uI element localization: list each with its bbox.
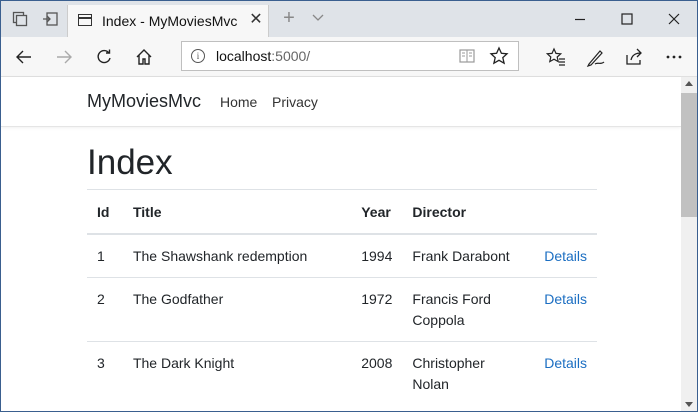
cell-id: 1: [87, 233, 123, 277]
tab-actions-icon[interactable]: [11, 10, 29, 28]
browser-window: Index - MyMoviesMvc ✕ + i localhost:5000…: [0, 0, 698, 412]
scroll-up-arrow-icon[interactable]: [685, 81, 693, 86]
page-icon: [78, 14, 92, 26]
scrollbar-thumb[interactable]: [681, 93, 697, 217]
pen-icon[interactable]: [585, 46, 607, 68]
cell-actions: Details: [534, 340, 597, 405]
cell-director: Christopher Nolan: [402, 340, 535, 405]
column-header-director: Director: [402, 189, 535, 235]
column-header-actions: [534, 189, 597, 235]
new-tab-button[interactable]: +: [281, 8, 297, 28]
table-header-row: Id Title Year Director: [87, 189, 597, 235]
site-header: MyMoviesMvc Home Privacy: [1, 77, 681, 127]
tab-close-icon[interactable]: ✕: [248, 11, 264, 29]
cell-year: 2008: [351, 340, 403, 405]
vertical-scrollbar[interactable]: [681, 77, 697, 411]
column-header-title: Title: [122, 189, 352, 235]
url-text[interactable]: localhost:5000/: [216, 48, 310, 64]
forward-icon[interactable]: [53, 46, 75, 68]
tab-bar: Index - MyMoviesMvc ✕ +: [1, 1, 697, 37]
back-icon[interactable]: [13, 46, 35, 68]
details-link[interactable]: Details: [544, 355, 587, 371]
details-link[interactable]: Details: [544, 248, 587, 264]
cell-director: Frank Darabont: [402, 233, 535, 277]
more-icon[interactable]: [663, 46, 685, 68]
close-button[interactable]: [651, 1, 697, 37]
url-path: :5000/: [271, 48, 311, 64]
url-host: localhost: [216, 48, 272, 64]
table-row: 3 The Dark Knight 2008 Christopher Nolan…: [87, 340, 597, 405]
address-bar[interactable]: i localhost:5000/: [181, 41, 519, 71]
cell-actions: Details: [534, 276, 597, 341]
cell-id: 3: [87, 340, 123, 405]
table-row: 2 The Godfather 1972 Francis Ford Coppol…: [87, 276, 597, 341]
reading-view-icon[interactable]: [459, 49, 475, 63]
cell-director: Francis Ford Coppola: [402, 276, 535, 341]
cell-actions: Details: [534, 233, 597, 277]
favorite-star-icon[interactable]: [489, 46, 509, 66]
nav-home-link[interactable]: Home: [220, 94, 257, 110]
cell-year: 1972: [351, 276, 403, 341]
maximize-button[interactable]: [604, 1, 650, 37]
site-brand-link[interactable]: MyMoviesMvc: [87, 91, 201, 112]
refresh-icon[interactable]: [93, 46, 115, 68]
set-aside-tabs-icon[interactable]: [41, 10, 59, 28]
column-header-id: Id: [87, 189, 123, 235]
cell-year: 1994: [351, 233, 403, 277]
column-header-year: Year: [351, 189, 403, 235]
details-link[interactable]: Details: [544, 291, 587, 307]
tab-list-chevron-icon[interactable]: [311, 10, 325, 24]
page-title: Index: [87, 143, 173, 182]
web-page: MyMoviesMvc Home Privacy Index Id Title …: [1, 77, 681, 411]
share-icon[interactable]: [623, 46, 645, 68]
table-row: 1 The Shawshank redemption 1994 Frank Da…: [87, 233, 597, 277]
favorites-hub-icon[interactable]: [545, 46, 567, 68]
site-info-icon[interactable]: i: [191, 49, 205, 63]
nav-privacy-link[interactable]: Privacy: [272, 94, 318, 110]
active-tab[interactable]: Index - MyMoviesMvc ✕: [67, 5, 269, 37]
home-icon[interactable]: [133, 46, 155, 68]
movies-table: Id Title Year Director 1 The Shawshank r…: [87, 189, 597, 405]
tab-title: Index - MyMoviesMvc: [102, 13, 238, 29]
cell-title: The Godfather: [122, 276, 352, 341]
cell-title: The Dark Knight: [122, 340, 352, 405]
cell-title: The Shawshank redemption: [122, 233, 352, 277]
browser-toolbar: i localhost:5000/: [1, 37, 697, 77]
minimize-button[interactable]: [557, 1, 603, 37]
scroll-down-arrow-icon[interactable]: [685, 402, 693, 407]
cell-id: 2: [87, 276, 123, 341]
